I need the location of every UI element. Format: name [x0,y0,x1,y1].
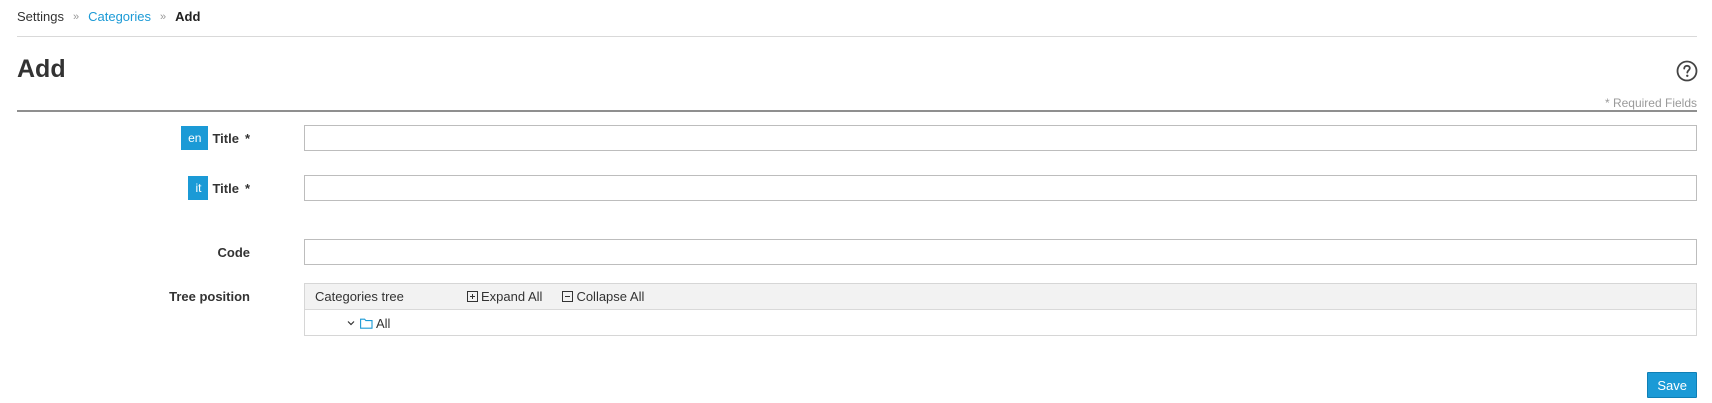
required-marker: * [244,180,250,196]
tree-position-label-text: Tree position [169,288,250,304]
title-en-label: en Title * [181,126,250,150]
categories-tree-header: Categories tree Expand All Collapse All [305,284,1696,310]
code-label: Code [218,240,251,264]
title-en-input[interactable] [304,125,1697,151]
tree-position-label: Tree position [169,284,250,308]
help-icon[interactable] [1676,60,1698,82]
breadcrumb-divider [17,36,1697,37]
breadcrumb-separator: » [159,10,167,23]
chevron-down-icon[interactable] [346,318,356,328]
title-divider [17,110,1697,112]
code-input[interactable] [304,239,1697,265]
plus-square-icon [467,291,478,302]
page-title: Add [17,55,66,83]
save-button[interactable]: Save [1647,372,1697,398]
categories-tree-body: All [305,310,1696,336]
minus-square-icon [562,291,574,302]
collapse-all-label: Collapse All [576,289,645,304]
expand-all-button[interactable]: Expand All [467,289,542,304]
form-row-title-it: it Title * [0,175,1697,201]
breadcrumb-settings: Settings [17,9,64,24]
breadcrumb: Settings » Categories » Add [17,9,200,24]
breadcrumb-categories-link[interactable]: Categories [88,9,151,24]
required-fields-note: * Required Fields [1604,96,1697,110]
tree-node-all[interactable]: All [346,316,390,331]
expand-all-label: Expand All [481,289,543,304]
title-it-label: it Title * [188,176,250,200]
folder-open-icon [360,318,373,329]
categories-tree: Categories tree Expand All Collapse All … [304,283,1697,336]
tree-node-label: All [376,315,391,331]
code-label-text: Code [217,244,251,260]
title-it-input[interactable] [304,175,1697,201]
form-row-title-en: en Title * [0,125,1697,151]
categories-tree-title: Categories tree [315,289,404,304]
breadcrumb-current: Add [175,9,201,24]
lang-badge-en: en [181,126,209,150]
collapse-all-button[interactable]: Collapse All [562,289,644,304]
required-marker: * [244,130,250,146]
title-it-label-text: Title [212,180,239,196]
title-en-label-text: Title [212,130,239,146]
breadcrumb-separator: » [72,10,80,23]
form-row-code: Code [0,239,1697,265]
lang-badge-it: it [188,176,209,200]
